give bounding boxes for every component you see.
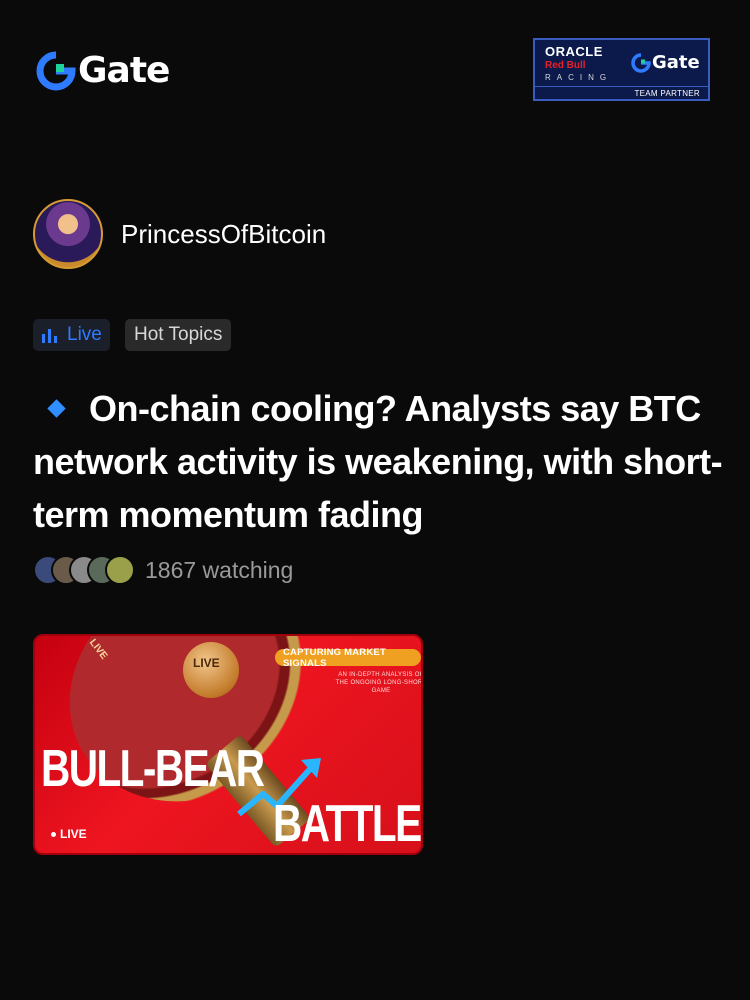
- ball-live-text: LIVE: [193, 656, 220, 670]
- oracle-text: ORACLE: [545, 44, 603, 59]
- gate-logo[interactable]: Gate: [36, 50, 170, 91]
- tag-hot-topics-label: Hot Topics: [134, 324, 223, 345]
- bar-chart-icon: [42, 329, 57, 343]
- watching-count: 1867 watching: [145, 556, 294, 583]
- team-partner-banner: ORACLE Red Bull RACING Gate TEAM PARTNER: [533, 38, 710, 101]
- watching-row: 1867 watching: [33, 555, 293, 585]
- gate-logo-icon: [631, 52, 651, 73]
- thumbnail-subtitle: AN IN-DEPTH ANALYSIS OF THE ONGOING LONG…: [335, 672, 423, 694]
- tag-hot-topics[interactable]: Hot Topics: [125, 319, 232, 351]
- redbull-text: Red Bull: [545, 60, 586, 71]
- live-badge: LIVE: [51, 827, 87, 841]
- live-badge-text: LIVE: [60, 827, 87, 841]
- partner-gate-logo: Gate: [631, 52, 700, 73]
- capsule-text: CAPTURING MARKET SIGNALS: [283, 646, 386, 669]
- logo-text: Gate: [78, 50, 170, 91]
- live-dot-icon: [51, 831, 56, 837]
- username[interactable]: PrincessOfBitcoin: [121, 219, 326, 250]
- avatar[interactable]: [33, 199, 103, 269]
- capsule-label: CAPTURING MARKET SIGNALS: [275, 646, 421, 669]
- headline-bull-bear: BULL-BEAR: [41, 740, 265, 798]
- tag-live[interactable]: Live: [33, 319, 110, 351]
- headline-battle: BATTLE: [273, 795, 421, 853]
- team-partner-text: TEAM PARTNER: [634, 89, 700, 98]
- post-title-text: On-chain cooling? Analysts say BTC netwo…: [33, 388, 723, 535]
- post-title[interactable]: On-chain cooling? Analysts say BTC netwo…: [33, 382, 723, 541]
- live-thumbnail[interactable]: LIVE LIVE CAPTURING MARKET SIGNALS AN IN…: [33, 634, 423, 855]
- tag-live-label: Live: [67, 324, 102, 345]
- diamond-bullet-icon: [47, 399, 66, 418]
- gate-logo-icon: [36, 51, 76, 90]
- viewer-avatar: [105, 555, 135, 585]
- partner-gate-text: Gate: [652, 52, 700, 73]
- ball-graphic: LIVE: [183, 642, 239, 698]
- racing-text: RACING: [545, 73, 613, 82]
